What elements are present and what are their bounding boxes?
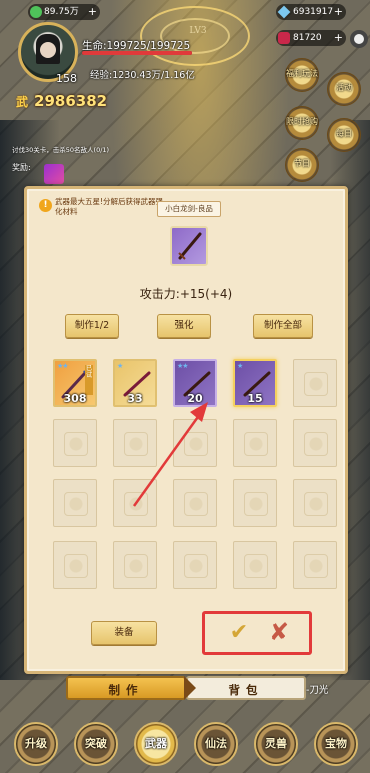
power-icon: 武 <box>16 94 29 109</box>
equip-button[interactable]: 装备 <box>91 621 157 645</box>
empty-slot[interactable] <box>53 479 97 527</box>
empty-slot-emblem <box>124 554 148 578</box>
jade-amount: 89.75万 <box>44 7 79 17</box>
checkmark-icon[interactable]: ✔ <box>225 621 253 645</box>
item-count: 15 <box>247 392 263 405</box>
nav-spirit-beast[interactable]: 灵兽 <box>254 722 298 766</box>
nav-magic[interactable]: 仙法 <box>194 722 238 766</box>
gear-icon[interactable] <box>350 30 368 48</box>
ruby-currency[interactable]: 81720 + <box>276 30 346 46</box>
featured-weapon-slot[interactable] <box>170 226 208 266</box>
power-value: 2986382 <box>34 92 108 110</box>
empty-slot[interactable] <box>113 479 157 527</box>
add-ruby-button[interactable]: + <box>334 30 343 46</box>
gem-icon[interactable] <box>44 164 64 184</box>
empty-slot-emblem <box>184 554 208 578</box>
close-icon[interactable]: ✘ <box>265 619 293 645</box>
weapon-forge-panel: ! 武器最大五星!分解后获得武器强化材料 小白龙剑-良品 攻击力:+15(+4)… <box>24 186 348 674</box>
reward-label: 奖励: <box>12 163 31 172</box>
make-all-button[interactable]: 制作全部 <box>253 314 313 338</box>
magic-circle-label: LV3 <box>189 26 207 36</box>
side-label-4: 每日 <box>336 129 352 138</box>
hp-bar-fill <box>82 51 192 55</box>
attack-stat: 攻击力:+15(+4) <box>139 287 233 301</box>
item-count: 33 <box>127 392 143 405</box>
side-label-2: 活动 <box>336 83 352 92</box>
empty-slot-emblem <box>304 492 328 516</box>
side-label-3: 限时抢购 <box>286 117 318 126</box>
level-badge: 158 <box>56 72 77 85</box>
empty-slot[interactable] <box>173 541 217 589</box>
empty-slot-emblem <box>64 432 88 456</box>
side-label-1: 福利玩法 <box>286 69 318 78</box>
ruby-icon <box>278 32 290 44</box>
info-icon: ! <box>39 199 52 212</box>
diamond-icon <box>277 5 291 19</box>
empty-slot[interactable] <box>173 479 217 527</box>
empty-slot[interactable] <box>293 479 337 527</box>
weapon-slot-4[interactable]: ★ 15 <box>233 359 277 407</box>
empty-slot-emblem <box>64 492 88 516</box>
tab-make[interactable]: 制作 <box>66 676 186 700</box>
trial-tag: 已试 <box>85 365 93 395</box>
item-name-tag: 小白龙剑-良品 <box>157 201 221 217</box>
empty-slot-emblem <box>124 492 148 516</box>
item-count: 308 <box>63 392 87 405</box>
info-text: 武器最大五星!分解后获得武器强化材料 <box>55 197 164 216</box>
empty-slot-emblem <box>244 554 268 578</box>
item-count: 20 <box>187 392 203 405</box>
add-diamond-button[interactable]: + <box>334 4 343 20</box>
side-label-5: 节日 <box>294 159 310 168</box>
empty-slot-emblem <box>184 492 208 516</box>
make-one-button[interactable]: 制作1/2 <box>65 314 119 338</box>
empty-slot[interactable] <box>173 419 217 467</box>
diamond-amount: 6931917 <box>293 7 334 17</box>
sword-icon <box>178 232 202 260</box>
empty-slot[interactable] <box>53 541 97 589</box>
exp-text: 经验:1230.43万/1.16亿 <box>90 70 195 81</box>
tab-bag[interactable]: 背包 <box>186 676 306 700</box>
empty-slot-emblem <box>304 372 328 396</box>
ruby-amount: 81720 <box>293 33 322 43</box>
empty-slot[interactable] <box>293 419 337 467</box>
empty-slot[interactable] <box>233 541 277 589</box>
banner-text: -刀光 <box>306 685 329 696</box>
task-text[interactable]: 讨伐30关卡，击杀50名敌人(0/1) <box>12 144 109 154</box>
empty-slot-emblem <box>184 432 208 456</box>
empty-slot[interactable] <box>233 479 277 527</box>
empty-slot-emblem <box>64 554 88 578</box>
strengthen-button[interactable]: 强化 <box>157 314 211 338</box>
empty-slot[interactable] <box>293 541 337 589</box>
weapon-slot-2[interactable]: ★ 33 <box>113 359 157 407</box>
nav-weapon[interactable]: 武器 <box>134 722 178 766</box>
hp-bar <box>82 51 192 55</box>
empty-slot[interactable] <box>113 419 157 467</box>
empty-slot[interactable] <box>53 419 97 467</box>
add-jade-button[interactable]: + <box>88 4 97 20</box>
empty-slot[interactable] <box>293 359 337 407</box>
empty-slot[interactable] <box>233 419 277 467</box>
diamond-currency[interactable]: 6931917 + <box>276 4 346 20</box>
weapon-slot-1[interactable]: ★★ 已试 308 <box>53 359 97 407</box>
avatar-face <box>40 42 56 58</box>
empty-slot-emblem <box>244 492 268 516</box>
bottom-nav: 升级 突破 武器 仙法 灵兽 宝物 <box>0 716 370 773</box>
empty-slot[interactable] <box>113 541 157 589</box>
empty-slot-emblem <box>304 432 328 456</box>
weapon-slot-3[interactable]: ★★ 20 <box>173 359 217 407</box>
jade-currency[interactable]: 89.75万 + <box>28 4 100 20</box>
side-menu: 福利玩法 活动 限时抢购 每日 节日 <box>275 58 370 188</box>
empty-slot-emblem <box>304 554 328 578</box>
combat-power: 武 2986382 <box>16 92 107 110</box>
nav-upgrade[interactable]: 升级 <box>14 722 58 766</box>
nav-breakthrough[interactable]: 突破 <box>74 722 118 766</box>
jade-icon <box>30 6 42 18</box>
empty-slot-emblem <box>244 432 268 456</box>
nav-treasure[interactable]: 宝物 <box>314 722 358 766</box>
highlight-box <box>202 611 312 655</box>
empty-slot-emblem <box>124 432 148 456</box>
